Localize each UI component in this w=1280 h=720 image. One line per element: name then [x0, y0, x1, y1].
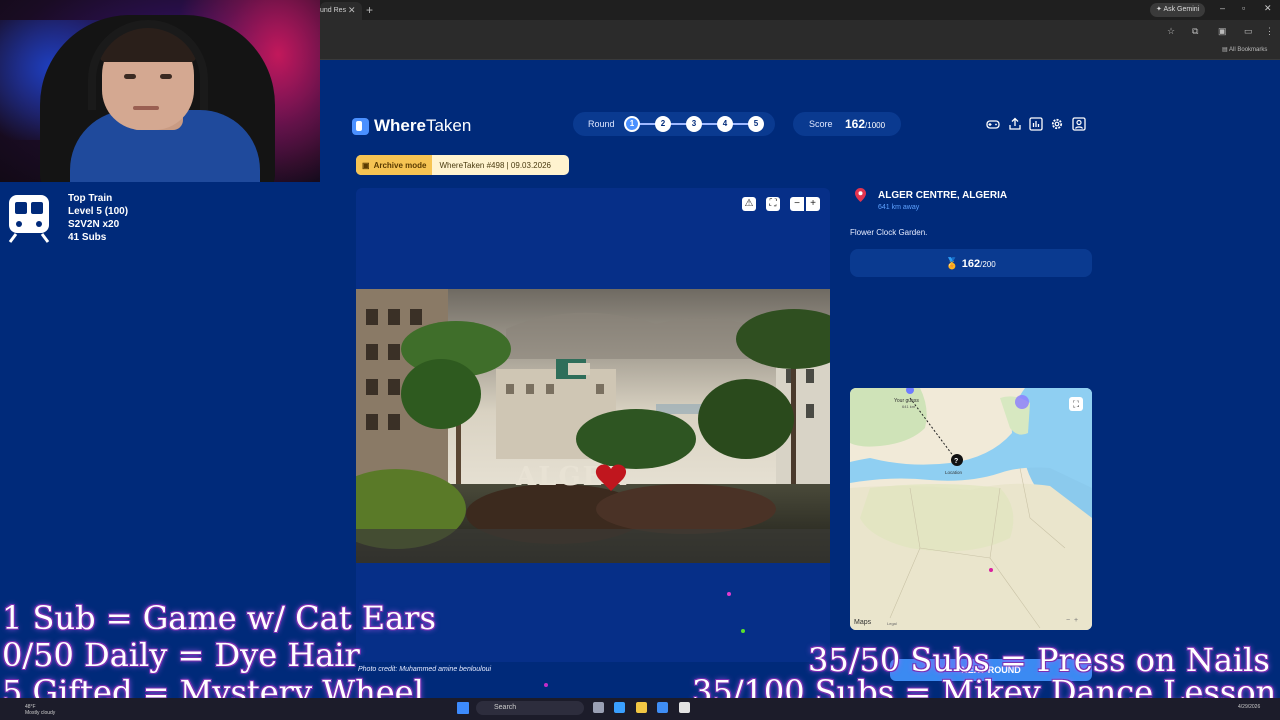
task-view-icon[interactable]	[593, 702, 604, 713]
logo-taken: Taken	[425, 116, 472, 135]
streamer-eye-left	[124, 74, 136, 79]
round-dot-5: 5	[748, 116, 764, 132]
weather-desc: Mostly cloudy	[25, 710, 56, 716]
all-bookmarks-link[interactable]: ▤ All Bookmarks	[1222, 46, 1267, 53]
guess-distance-label: 641 km	[902, 404, 916, 409]
confetti-speck	[544, 683, 548, 687]
round-dot-3: 3	[686, 116, 702, 132]
taskbar-search[interactable]: Search	[476, 701, 584, 715]
round-points-number: 162	[961, 258, 981, 270]
tab-close-icon[interactable]: ✕	[348, 5, 356, 16]
store-icon[interactable]	[657, 702, 668, 713]
app-icon[interactable]	[679, 702, 690, 713]
browser-tab[interactable]: und Res	[320, 2, 362, 20]
map-legal-link[interactable]: Legal	[887, 621, 897, 626]
location-marker-label: Location	[945, 470, 963, 475]
window-icon[interactable]: ▭	[1244, 26, 1253, 37]
sidebar-icon[interactable]: ▣	[1218, 26, 1227, 37]
wheretaken-logo[interactable]: WhereTaken	[352, 116, 471, 136]
train-subs: 41 Subs	[68, 232, 107, 243]
archive-mode-tag[interactable]: ▣ Archive mode	[356, 155, 433, 175]
archive-box-icon: ▣	[362, 160, 370, 170]
location-name: ALGER CENTRE, ALGERIA	[878, 190, 1008, 201]
edge-icon[interactable]	[614, 702, 625, 713]
browser-tab-bar: und Res	[320, 0, 1280, 20]
archive-mode-label: Archive mode	[373, 160, 427, 170]
apple-maps-label: Maps	[854, 619, 871, 626]
hype-train-info: Top Train Level 5 (100) S2V2N x20 41 Sub…	[68, 192, 128, 244]
confetti-speck	[989, 568, 993, 572]
windows-start-icon[interactable]	[457, 702, 469, 714]
menu-icon[interactable]: ⋮	[1265, 26, 1274, 37]
confetti-speck	[741, 629, 745, 633]
new-tab-icon[interactable]: +	[366, 3, 373, 17]
score-max: /1000	[865, 121, 886, 130]
stats-icon[interactable]	[1029, 117, 1043, 131]
bookmarks-bar	[320, 42, 1280, 60]
train-level: Level 5 (100)	[68, 206, 129, 217]
share-icon[interactable]	[1008, 117, 1022, 131]
score-value: 162/1000	[845, 117, 885, 131]
gamepad-icon[interactable]	[986, 117, 1000, 131]
stream-goal-dye-hair: 0/50 Daily = Dye Hair	[2, 636, 360, 674]
streamer-eye-right	[160, 74, 172, 79]
location-pin-icon	[855, 188, 866, 202]
restore-icon[interactable]: ▫	[1242, 3, 1245, 13]
map-expand-icon[interactable]: ⛶	[1069, 397, 1083, 411]
round-dot-2: 2	[655, 116, 671, 132]
search-label: Search	[494, 704, 517, 711]
stream-goal-cat-ears: 1 Sub = Game w/ Cat Ears	[2, 599, 436, 637]
maps-label-text: Maps	[854, 619, 872, 626]
photo-credit: Photo credit: Muhammed amine benlouloui	[358, 666, 492, 673]
all-bookmarks-label: All Bookmarks	[1229, 47, 1268, 53]
ask-gemini-button[interactable]: ✦ Ask Gemini	[1150, 3, 1206, 17]
zoom-in-icon[interactable]: +	[806, 197, 820, 211]
webcam-feed	[0, 0, 320, 182]
browser-tab-title: und Res	[320, 7, 347, 14]
settings-icon[interactable]	[1050, 117, 1064, 131]
profile-icon[interactable]	[1072, 117, 1086, 131]
fullscreen-icon[interactable]: ⛶	[766, 197, 780, 211]
round-points-max: /200	[980, 260, 996, 269]
location-description: Flower Clock Garden.	[850, 228, 928, 237]
location-photo[interactable]: ALGER	[356, 289, 830, 563]
train-title: Top Train	[68, 193, 113, 204]
train-user: S2V2N x20	[68, 219, 120, 230]
medal-icon: 🏅	[945, 258, 959, 270]
result-map[interactable]: Your guess 641 km ? Location	[850, 388, 1092, 630]
round-label: Round	[588, 119, 615, 129]
ask-gemini-label: Ask Gemini	[1163, 6, 1200, 13]
round-points: 🏅 162/200	[945, 257, 996, 270]
zoom-out-icon[interactable]: −	[790, 197, 804, 211]
logo-where: Where	[374, 116, 426, 135]
taskbar-date: 4/29/2026	[1238, 704, 1261, 710]
map-zoom-controls[interactable]: − +	[1066, 617, 1078, 624]
round-dot-1: 1	[624, 116, 640, 132]
svg-text:?: ?	[954, 458, 958, 465]
close-window-icon[interactable]: ✕	[1264, 3, 1272, 14]
minimize-icon[interactable]: –	[1220, 3, 1225, 13]
archive-badge: ▣ Archive mode WhereTaken #498 | 09.03.20…	[356, 155, 569, 175]
address-bar[interactable]	[320, 20, 1280, 42]
report-icon[interactable]: ⚠	[742, 197, 756, 211]
logo-text: WhereTaken	[374, 116, 471, 136]
distance-away: 641 km away	[878, 204, 920, 211]
bookmark-star-icon[interactable]: ☆	[1167, 26, 1175, 37]
score-label: Score	[809, 119, 833, 129]
logo-mark-icon	[352, 117, 369, 135]
file-explorer-icon[interactable]	[636, 702, 647, 713]
extensions-icon[interactable]: ⧉	[1192, 26, 1198, 37]
round-dot-4: 4	[717, 116, 733, 132]
train-icon	[8, 195, 50, 243]
puzzle-info: WhereTaken #498 | 09.03.2026	[439, 160, 551, 170]
weather-widget[interactable]: 48°F Mostly cloudy	[25, 704, 55, 716]
confetti-speck	[727, 592, 731, 596]
streamer-mouth	[133, 106, 159, 110]
score-number: 162	[845, 117, 866, 131]
